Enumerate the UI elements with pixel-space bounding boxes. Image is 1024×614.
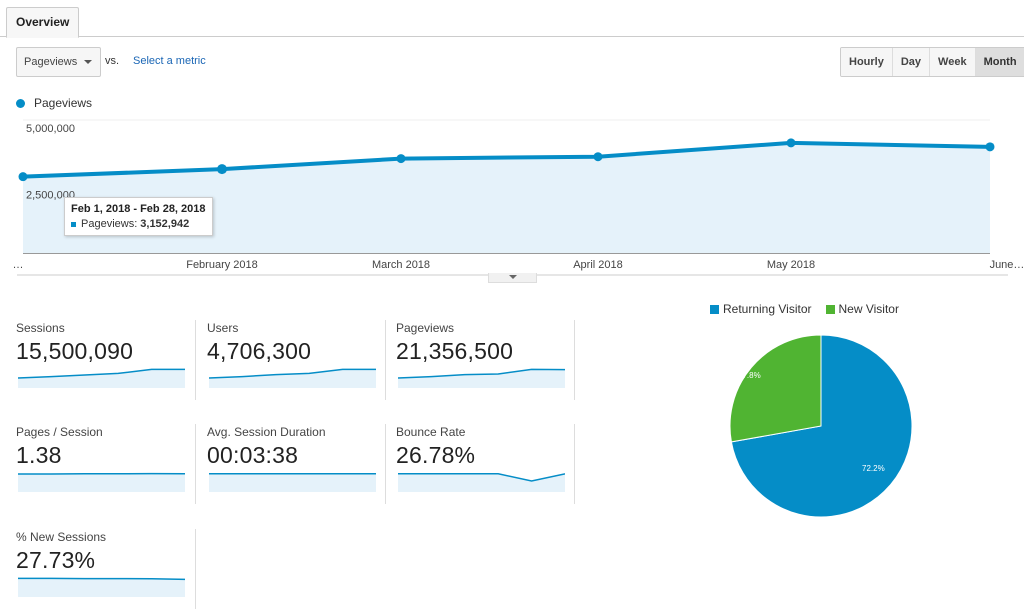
sparkline-fill: [398, 473, 565, 492]
sparkline-fill: [209, 473, 376, 492]
metric-value: 00:03:38: [207, 442, 299, 468]
legend-label: Returning Visitor: [723, 302, 812, 316]
metric-title: % New Sessions: [16, 530, 107, 544]
pie-slice[interactable]: [729, 334, 822, 443]
metric-title: Bounce Rate: [396, 425, 466, 439]
sparkline-fill: [209, 369, 376, 388]
period-month-button[interactable]: Month: [975, 48, 1024, 76]
metric-value: 21,356,500: [396, 338, 514, 364]
metric-title: Avg. Session Duration: [207, 425, 326, 439]
legend-label: Pageviews: [34, 96, 93, 110]
chart-legend: Pageviews: [16, 96, 92, 110]
metric-card[interactable]: Pageviews 21,356,500: [396, 321, 576, 409]
x-tick-label: June…: [990, 259, 1024, 271]
sparkline-fill: [18, 369, 185, 388]
card-divider: [385, 320, 386, 400]
pie-slice-label: 72.2%: [862, 464, 885, 473]
metric-value: 26.78%: [396, 442, 476, 468]
data-point[interactable]: [217, 164, 227, 175]
tab-bar: Overview: [0, 0, 1024, 38]
x-tick-label: April 2018: [573, 259, 623, 271]
y-tick-label: 5,000,000: [26, 123, 75, 135]
card-divider: [195, 424, 196, 504]
metric-title: Pageviews: [396, 321, 455, 335]
card-divider: [195, 320, 196, 400]
data-point[interactable]: [985, 142, 995, 152]
metric-sparkline: [18, 368, 185, 388]
metric-value: 15,500,090: [16, 338, 134, 364]
legend-new-visitor[interactable]: New Visitor: [825, 302, 899, 316]
metric-sparkline: [398, 473, 565, 492]
metric-title: Users: [207, 321, 239, 335]
metric-sparkline: [209, 473, 376, 492]
metric-card[interactable]: % New Sessions 27.73%: [16, 530, 196, 614]
series-swatch-icon: [71, 221, 76, 227]
chevron-down-icon: [84, 60, 92, 64]
x-tick-label: March 2018: [372, 259, 430, 271]
new-visitor-swatch-icon: [825, 304, 835, 314]
metric-value: 27.73%: [16, 547, 96, 573]
x-tick-label: …: [13, 259, 24, 271]
sparkline-fill: [18, 473, 185, 492]
sparkline-fill: [18, 578, 185, 597]
metric-sparkline: [18, 472, 185, 492]
legend-returning-visitor[interactable]: Returning Visitor: [710, 302, 812, 316]
card-divider: [385, 424, 386, 504]
metric-value: 1.38: [16, 442, 62, 468]
metric-sparkline: [209, 368, 376, 388]
data-point[interactable]: [786, 138, 796, 148]
card-divider: [574, 320, 575, 400]
metric-card[interactable]: Sessions 15,500,090: [16, 321, 196, 409]
tooltip-metric-value: 3,152,942: [140, 218, 190, 230]
metric-card[interactable]: Bounce Rate 26.78%: [396, 425, 576, 513]
data-point[interactable]: [593, 152, 603, 162]
select-metric-link[interactable]: Select a metric: [133, 55, 206, 67]
sparkline-fill: [398, 369, 565, 388]
chevron-down-icon: [509, 275, 517, 279]
metric-card[interactable]: Avg. Session Duration 00:03:38: [207, 425, 387, 513]
metric-sparkline: [398, 368, 565, 388]
vs-label: vs.: [105, 55, 120, 67]
tooltip-date-range: Feb 1, 2018 - Feb 28, 2018: [71, 203, 206, 215]
metric-select[interactable]: Pageviews: [16, 47, 101, 77]
period-day-button[interactable]: Day: [892, 48, 931, 76]
metric-sparkline: [18, 577, 185, 597]
metric-card[interactable]: Pages / Session 1.38: [16, 425, 196, 513]
x-tick-label: May 2018: [767, 259, 815, 271]
legend-dot-icon: [16, 98, 25, 108]
metric-select-value: Pageviews: [24, 56, 78, 68]
period-hourly-button[interactable]: Hourly: [841, 48, 893, 76]
period-selector: Hourly Day Week Month: [840, 47, 1024, 77]
pie-slice-label: 27.8%: [738, 371, 761, 380]
data-point[interactable]: [18, 172, 28, 182]
metric-card[interactable]: Users 4,706,300: [207, 321, 387, 409]
metric-value: 4,706,300: [207, 338, 312, 364]
metric-title: Sessions: [16, 321, 65, 335]
visitor-type-pie-chart[interactable]: 72.2% 27.8%: [720, 325, 920, 530]
data-point[interactable]: [396, 154, 406, 164]
card-divider: [195, 529, 196, 609]
card-divider: [574, 424, 575, 504]
chart-tooltip: Feb 1, 2018 - Feb 28, 2018 Pageviews: 3,…: [64, 197, 213, 236]
returning-visitor-swatch-icon: [710, 304, 719, 314]
tooltip-metric-label: Pageviews:: [81, 218, 138, 230]
legend-label: New Visitor: [838, 302, 899, 316]
metric-title: Pages / Session: [16, 425, 103, 439]
tab-overview[interactable]: Overview: [6, 7, 80, 38]
period-week-button[interactable]: Week: [930, 48, 976, 76]
x-tick-label: February 2018: [186, 259, 258, 271]
pie-legend: Returning Visitor New Visitor: [710, 302, 913, 316]
chart-collapse-handle[interactable]: [488, 273, 537, 283]
